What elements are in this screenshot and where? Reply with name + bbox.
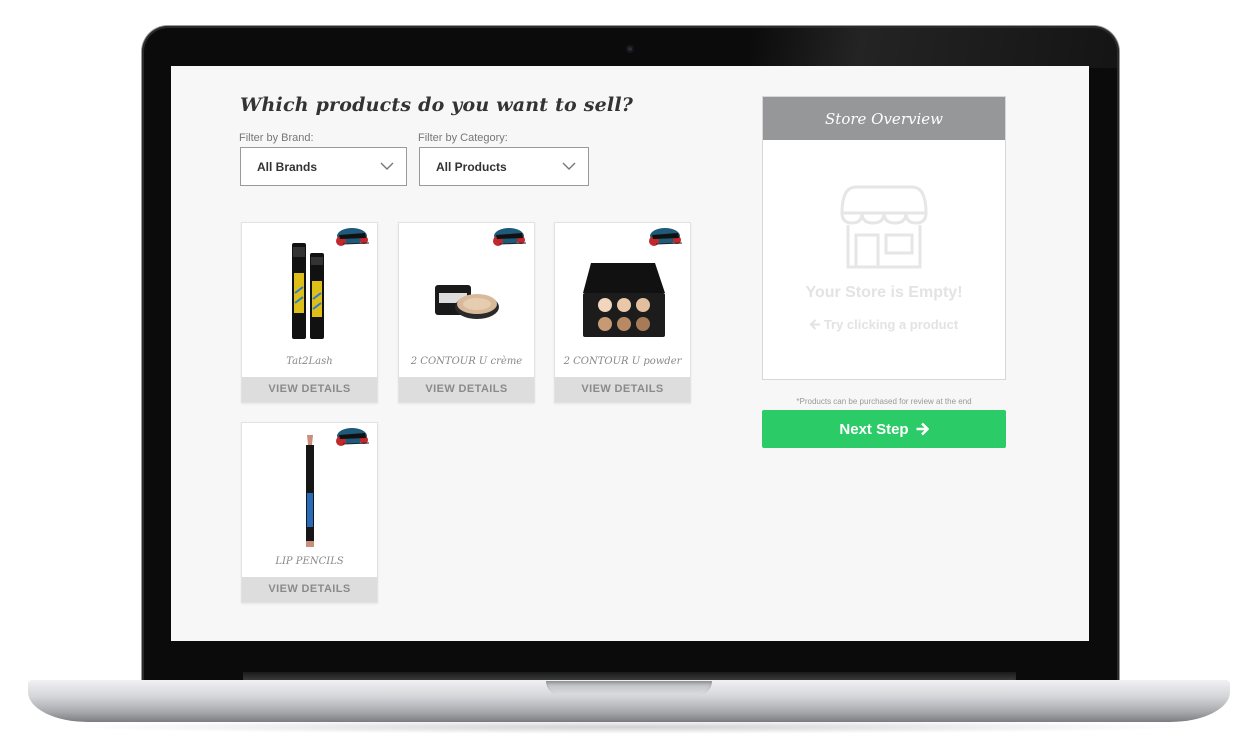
category-filter-select[interactable]: All Products — [419, 147, 589, 186]
arrow-left-icon — [809, 319, 820, 330]
view-details-button[interactable]: VIEW DETAILS — [242, 377, 377, 402]
chevron-down-icon — [562, 162, 576, 170]
storefront-icon — [840, 185, 928, 269]
palette-icon — [583, 263, 665, 337]
brand-filter-label: Filter by Brand: — [239, 132, 314, 144]
store-empty-hint: Try clicking a product — [763, 317, 1005, 332]
store-empty-message: Your Store is Empty! — [805, 284, 963, 301]
product-name: LIP PENCILS — [275, 556, 344, 567]
view-details-button[interactable]: VIEW DETAILS — [399, 377, 534, 402]
compact-icon — [435, 285, 499, 319]
view-details-button[interactable]: VIEW DETAILS — [242, 577, 377, 602]
page-title: Which products do you want to sell? — [240, 94, 634, 116]
lip-pencil-icon — [306, 435, 314, 547]
app-screen: Which products do you want to sell? Filt… — [171, 66, 1089, 641]
product-card-contour-creme[interactable]: 2 CONTOUR U crème VIEW DETAILS — [398, 222, 535, 403]
product-card-lip-pencils[interactable]: LIP PENCILS VIEW DETAILS — [241, 422, 378, 603]
store-overview-panel: Store Overview Your Store is Empty! Try … — [762, 96, 1006, 380]
brand-filter-select[interactable]: All Brands — [240, 147, 407, 186]
chevron-down-icon — [380, 162, 394, 170]
webcam — [626, 45, 634, 53]
product-card-tat2lash[interactable]: Tat2Lash VIEW DETAILS — [241, 222, 378, 403]
arrow-right-icon — [916, 422, 929, 436]
category-filter-label: Filter by Category: — [418, 132, 508, 144]
category-filter-value: All Products — [436, 159, 507, 174]
product-card-contour-powder[interactable]: 2 CONTOUR U powder VIEW DETAILS — [554, 222, 691, 403]
next-step-label: Next Step — [839, 420, 909, 438]
laptop-shadow — [60, 720, 1200, 734]
product-name: Tat2Lash — [286, 356, 333, 367]
mascara-icon — [292, 243, 324, 339]
product-name: 2 CONTOUR U powder — [563, 356, 682, 367]
brand-filter-value: All Brands — [257, 159, 318, 174]
purchase-note: *Products can be purchased for review at… — [796, 397, 972, 406]
store-overview-title: Store Overview — [763, 97, 1005, 140]
next-step-button[interactable]: Next Step — [762, 410, 1006, 448]
laptop-notch — [546, 681, 712, 695]
store-hint-text: Try clicking a product — [823, 317, 959, 332]
product-name: 2 CONTOUR U crème — [410, 356, 523, 367]
view-details-button[interactable]: VIEW DETAILS — [555, 377, 690, 402]
